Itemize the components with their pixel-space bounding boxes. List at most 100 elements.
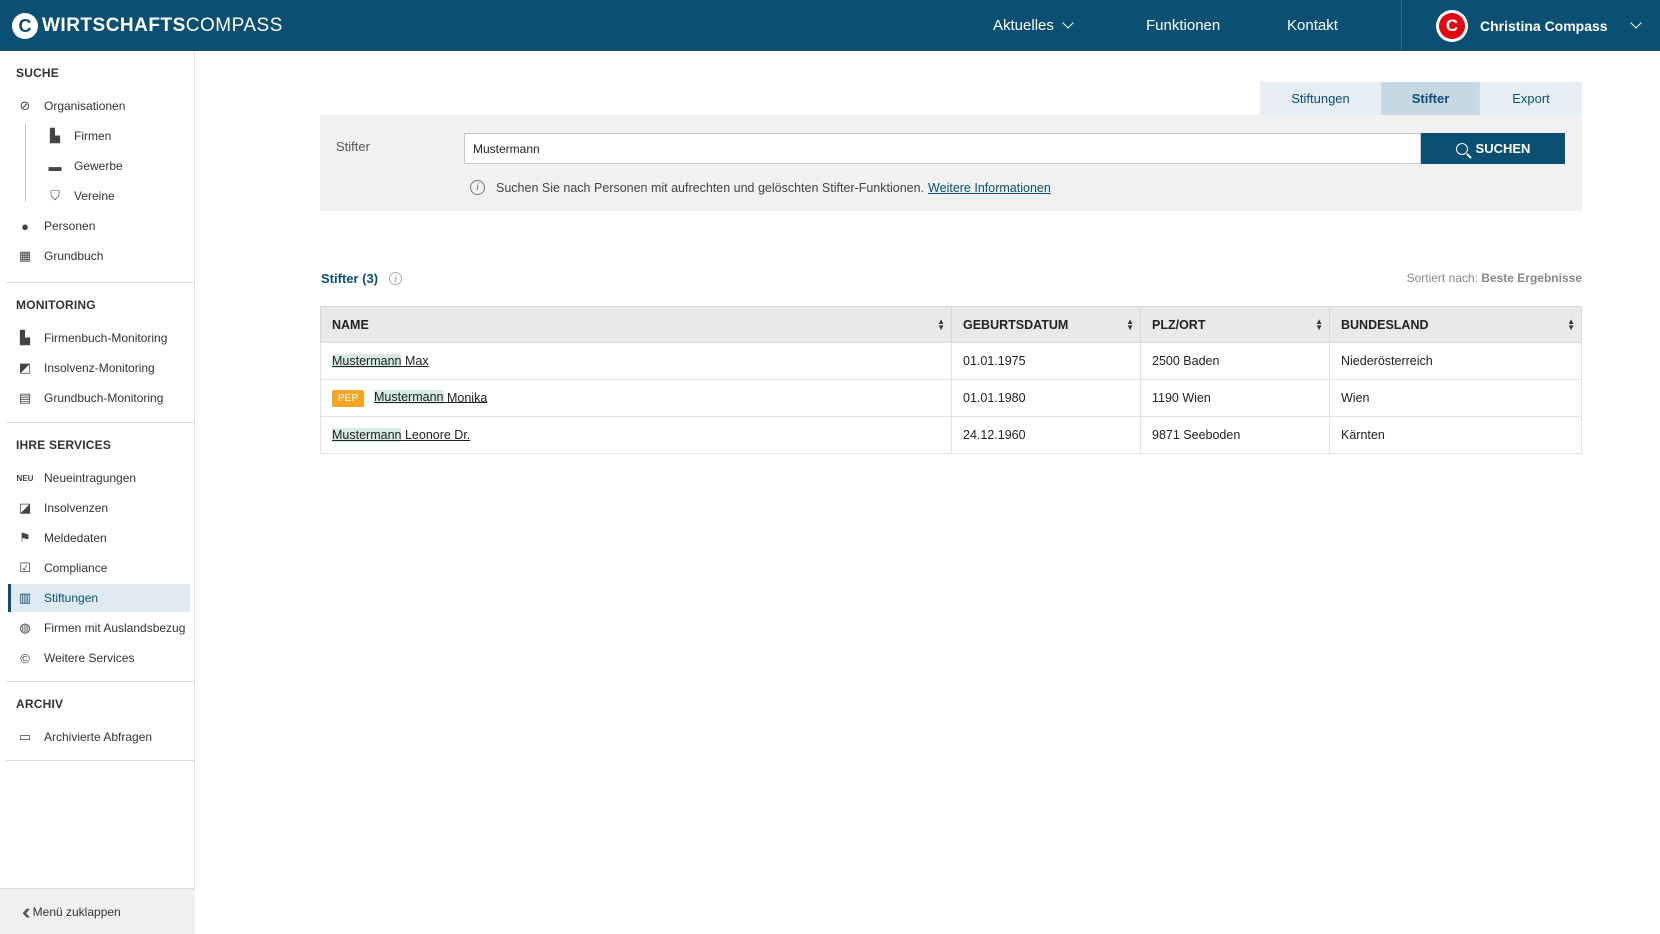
column-header-birthdate[interactable]: GEBURTSDATUM ▲ ▼ bbox=[951, 306, 1141, 343]
double-chevron-left-icon: ‹‹ bbox=[22, 898, 30, 924]
results-title: Stifter (3) i bbox=[321, 271, 413, 286]
sidebar-item-vereine[interactable]: ⛉ Vereine bbox=[8, 182, 190, 210]
building-plus-icon: ▤ bbox=[18, 390, 32, 405]
column-header-name[interactable]: NAME ▲ ▼ bbox=[320, 306, 952, 343]
table-row: PEP Mustermann Monika 01.01.1980 1190 Wie… bbox=[320, 379, 1582, 417]
cell-state: Niederösterreich bbox=[1329, 342, 1582, 380]
tab-bar: Stiftungen Stifter Export bbox=[1260, 82, 1582, 115]
cell-birthdate: 01.01.1975 bbox=[951, 342, 1141, 380]
sort-indicator[interactable]: Sortiert nach: Beste Ergebnisse bbox=[1407, 271, 1582, 285]
sidebar-item-neueintragungen[interactable]: NEU Neueintragungen bbox=[8, 464, 190, 492]
divider bbox=[6, 282, 194, 283]
cell-birthdate: 24.12.1960 bbox=[951, 416, 1141, 454]
sort-icon: ▲ ▼ bbox=[937, 317, 945, 332]
sidebar-item-meldedaten[interactable]: ⚑ Meldedaten bbox=[8, 524, 190, 552]
info-icon: i bbox=[470, 180, 485, 195]
archive-icon: ▭ bbox=[18, 729, 32, 744]
user-menu[interactable]: C Christina Compass bbox=[1401, 0, 1660, 51]
tab-stifter[interactable]: Stifter bbox=[1382, 82, 1480, 115]
sort-icon: ▲ ▼ bbox=[1315, 317, 1323, 332]
cell-place: 1190 Wien bbox=[1140, 379, 1330, 417]
logo-text: WIRTSCHAFTSCOMPASS bbox=[42, 14, 283, 36]
nav-kontakt[interactable]: Kontakt bbox=[1287, 0, 1338, 51]
sidebar-item-organisationen[interactable]: ⊘ Organisationen bbox=[8, 92, 190, 120]
tab-export[interactable]: Export bbox=[1480, 82, 1582, 115]
logo-mark-icon: C bbox=[12, 12, 38, 39]
sidebar-item-personen[interactable]: ● Personen bbox=[8, 212, 190, 240]
sidebar: SUCHE ⊘ Organisationen ▙ Firmen ▬ Gewerbe ⛉… bbox=[0, 51, 195, 934]
shield-icon: ⛉ bbox=[50, 188, 60, 203]
cell-name: Mustermann Max bbox=[320, 342, 952, 380]
cell-place: 9871 Seeboden bbox=[1140, 416, 1330, 454]
table-header-row: NAME ▲ ▼ GEBURTSDATUM ▲ ▼ PLZ/ORT ▲ ▼ BUNDESLA… bbox=[320, 306, 1582, 343]
column-header-place[interactable]: PLZ/ORT ▲ ▼ bbox=[1140, 306, 1330, 343]
factory-icon: ▙ bbox=[50, 128, 60, 143]
sidebar-item-stiftungen[interactable]: ▥ Stiftungen bbox=[8, 584, 190, 612]
pep-badge: PEP bbox=[332, 389, 365, 407]
column-header-state[interactable]: BUNDESLAND ▲ ▼ bbox=[1329, 306, 1582, 343]
section-title-archiv: ARCHIV bbox=[16, 697, 64, 711]
sort-icon: ▲ ▼ bbox=[1567, 317, 1575, 332]
compass-icon: ⊘ bbox=[19, 98, 31, 113]
search-hint: i Suchen Sie nach Personen mit aufrechte… bbox=[470, 180, 1051, 195]
sidebar-item-archivierte-abfragen[interactable]: ▭ Archivierte Abfragen bbox=[8, 723, 190, 751]
sidebar-item-insolvenz-monitoring[interactable]: ◩ Insolvenz-Monitoring bbox=[8, 354, 190, 382]
person-link[interactable]: Mustermann Monika bbox=[374, 390, 487, 405]
cell-birthdate: 01.01.1980 bbox=[951, 379, 1141, 417]
person-link[interactable]: Mustermann Leonore Dr. bbox=[332, 428, 470, 442]
nav-aktuelles[interactable]: Aktuelles bbox=[993, 0, 1074, 51]
sidebar-item-grundbuch-monitoring[interactable]: ▤ Grundbuch-Monitoring bbox=[8, 384, 190, 412]
sidebar-item-grundbuch[interactable]: ▦ Grundbuch bbox=[8, 242, 190, 270]
cell-name: Mustermann Leonore Dr. bbox=[320, 416, 952, 454]
cell-place: 2500 Baden bbox=[1140, 342, 1330, 380]
new-badge-icon: NEU bbox=[16, 473, 34, 483]
search-button[interactable]: SUCHEN bbox=[1421, 133, 1565, 164]
chevron-down-icon bbox=[1629, 17, 1642, 29]
sidebar-item-compliance[interactable]: ☑ Compliance bbox=[8, 554, 190, 582]
chevron-down-icon bbox=[1062, 17, 1074, 29]
person-icon: ● bbox=[21, 218, 29, 234]
book-icon: ▦ bbox=[18, 248, 32, 263]
factory-plus-icon: ▙ bbox=[20, 330, 30, 345]
section-title-monitoring: MONITORING bbox=[16, 298, 96, 312]
info-icon[interactable]: i bbox=[389, 272, 403, 285]
briefcase-icon: ▬ bbox=[48, 158, 62, 174]
nav-aktuelles-label: Aktuelles bbox=[993, 17, 1054, 34]
divider bbox=[6, 422, 194, 423]
chart-down-icon: ◪ bbox=[18, 500, 32, 515]
checkbox-icon: ☑ bbox=[19, 560, 31, 575]
results-table: NAME ▲ ▼ GEBURTSDATUM ▲ ▼ PLZ/ORT ▲ ▼ BUNDESLA… bbox=[320, 306, 1582, 454]
search-input[interactable] bbox=[464, 133, 1421, 164]
collapse-menu-button[interactable]: ‹‹ Menü zuklappen bbox=[0, 888, 195, 934]
cell-name: PEP Mustermann Monika bbox=[320, 379, 952, 417]
sidebar-item-gewerbe[interactable]: ▬ Gewerbe bbox=[8, 152, 190, 180]
avatar: C bbox=[1436, 9, 1468, 42]
tab-stiftungen[interactable]: Stiftungen bbox=[1260, 82, 1382, 115]
sidebar-item-weitere-services[interactable]: © Weitere Services bbox=[8, 644, 190, 672]
search-icon bbox=[1455, 142, 1468, 155]
person-link[interactable]: Mustermann Max bbox=[332, 354, 429, 368]
divider bbox=[6, 760, 194, 761]
sidebar-item-auslandsbezug[interactable]: ◍ Firmen mit Auslandsbezug bbox=[8, 614, 190, 642]
institution-icon: ▥ bbox=[18, 590, 32, 605]
flag-icon: ⚑ bbox=[19, 530, 31, 545]
nav-funktionen[interactable]: Funktionen bbox=[1146, 0, 1220, 51]
more-info-link[interactable]: Weitere Informationen bbox=[928, 181, 1051, 195]
sidebar-item-insolvenzen[interactable]: ◪ Insolvenzen bbox=[8, 494, 190, 522]
logo[interactable]: C WIRTSCHAFTSCOMPASS bbox=[12, 12, 283, 39]
user-name: Christina Compass bbox=[1480, 17, 1608, 34]
cell-state: Wien bbox=[1329, 379, 1582, 417]
top-bar: C WIRTSCHAFTSCOMPASS Aktuelles Funktione… bbox=[0, 0, 1660, 51]
sort-icon: ▲ ▼ bbox=[1126, 317, 1134, 332]
compass-c-icon: © bbox=[20, 650, 30, 666]
search-panel: Stifter SUCHEN i Suchen Sie nach Persone… bbox=[320, 115, 1582, 211]
section-title-services: IHRE SERVICES bbox=[16, 438, 112, 452]
table-row: Mustermann Leonore Dr. 24.12.1960 9871 S… bbox=[320, 416, 1582, 454]
sidebar-item-firmenbuch-monitoring[interactable]: ▙ Firmenbuch-Monitoring bbox=[8, 324, 190, 352]
sidebar-item-firmen[interactable]: ▙ Firmen bbox=[8, 122, 190, 150]
globe-icon: ◍ bbox=[19, 620, 31, 635]
table-row: Mustermann Max 01.01.1975 2500 Baden Nie… bbox=[320, 342, 1582, 380]
section-title-suche: SUCHE bbox=[16, 66, 60, 80]
chart-plus-icon: ◩ bbox=[18, 360, 32, 375]
search-label: Stifter bbox=[336, 139, 370, 154]
